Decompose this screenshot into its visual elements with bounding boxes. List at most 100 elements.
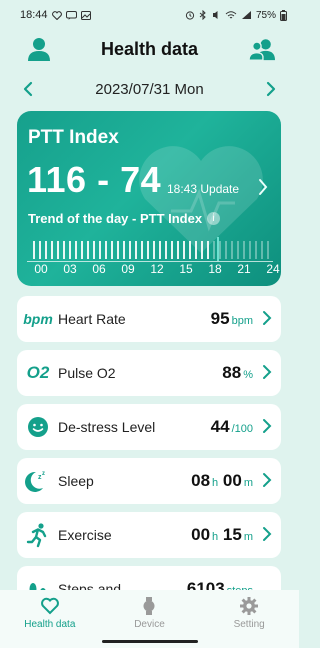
chevron-right-icon [263,311,272,325]
chevron-right-icon [263,419,272,433]
metric-exercise[interactable]: Exercise 00 h 15 m [17,512,281,558]
ptt-title: PTT Index [28,127,119,148]
date-label[interactable]: 2023/07/31 Mon [95,81,203,98]
nav-label: Device [134,619,165,630]
ptt-update-time: 18:43 Update [167,182,240,196]
page-title: Health data [100,38,199,59]
chat-status-icon [65,10,77,20]
trend-bar [183,241,185,259]
trend-bar-chart [33,237,269,261]
chevron-right-icon [259,179,268,195]
home-indicator[interactable] [102,640,198,643]
alarm-status-icon [185,11,195,20]
trend-bar [207,241,209,259]
trend-bar [69,241,71,259]
date-selector: 2023/07/31 Mon [0,76,299,102]
gear-icon [240,597,259,615]
metric-destress[interactable]: De-stress Level 44/100 [17,404,281,450]
trend-bar [111,241,113,259]
tick-label: 09 [121,262,135,276]
svg-text:z: z [42,471,45,477]
watch-icon [143,597,155,615]
trend-bar [57,241,59,259]
trend-bar [45,241,47,259]
trend-bar [81,241,83,259]
metric-label: Pulse O2 [58,365,116,381]
tick-label: 24 [266,262,280,276]
info-icon[interactable]: i [207,212,220,225]
trend-bar [105,241,107,259]
nav-device[interactable]: Device [104,596,194,630]
nav-setting[interactable]: Setting [204,596,294,630]
trend-bar [177,241,179,259]
nav-label: Setting [233,619,265,630]
metric-label: Heart Rate [58,311,126,327]
status-time: 18:44 [20,9,48,21]
status-left: 18:44 [20,9,91,21]
nav-health-data[interactable]: Health data [5,596,95,630]
trend-bar [51,241,53,259]
sleep-icon: z z [25,471,45,492]
trend-bar [195,241,197,259]
trend-bar [171,241,173,259]
trend-bar [225,241,227,259]
metric-value: 08 h 00 m [191,471,253,490]
mute-status-icon [212,11,218,19]
trend-bar [93,241,95,259]
trend-bar [165,241,167,259]
trend-bar [135,241,137,259]
tick-label: 21 [237,262,251,276]
metric-label: Sleep [58,473,94,489]
trend-bar [147,241,149,259]
trend-bar [249,241,251,259]
current-time-marker [217,237,219,261]
trend-bar [213,241,215,259]
metric-sleep[interactable]: z z Sleep 08 h 00 m [17,458,281,504]
nav-label: Health data [24,619,76,630]
ptt-index-card[interactable]: PTT Index 116 - 74 18:43 Update Trend of… [17,111,281,286]
trend-bar [237,241,239,259]
signal-status-icon [241,11,251,19]
metric-value: 00 h 15 m [191,525,253,544]
trend-label: Trend of the day - PTT Index [28,211,203,226]
metric-value: 44/100 [210,417,253,436]
image-status-icon [80,10,91,20]
o2-icon: O2 [26,363,50,382]
trend-bar [201,241,203,259]
chevron-right-icon [263,473,272,487]
tick-label: 15 [179,262,193,276]
trend-bar [141,241,143,259]
tick-label: 00 [34,262,48,276]
battery-icon [280,9,287,21]
family-users-icon[interactable] [249,36,275,62]
next-day-button[interactable] [263,80,279,98]
heart-status-icon [51,10,62,20]
trend-bar [87,241,89,259]
metric-pulse-o2[interactable]: O2 Pulse O2 88% [17,350,281,396]
trend-bar [261,241,263,259]
app-header: Health data [0,30,299,68]
user-profile-icon[interactable] [26,36,52,62]
tick-label: 18 [208,262,222,276]
metric-label: Exercise [58,527,112,543]
metric-value: 88% [222,363,253,382]
trend-bar [33,241,35,259]
smile-icon [28,417,48,437]
metric-value: 95 bpm [210,309,253,328]
trend-bar [219,241,221,259]
bpm-icon: bpm [23,311,53,327]
chevron-right-icon [263,527,272,541]
trend-bar [99,241,101,259]
tick-label: 12 [150,262,164,276]
trend-bar [129,241,131,259]
tick-label: 06 [92,262,106,276]
trend-bar [159,241,161,259]
trend-bar [189,241,191,259]
metric-heart-rate[interactable]: bpm Heart Rate 95 bpm [17,296,281,342]
chevron-right-icon [263,365,272,379]
trend-bar [267,241,269,259]
tick-label: 03 [63,262,77,276]
trend-bar [243,241,245,259]
status-right: 75% [185,9,287,21]
metric-label: De-stress Level [58,419,156,435]
